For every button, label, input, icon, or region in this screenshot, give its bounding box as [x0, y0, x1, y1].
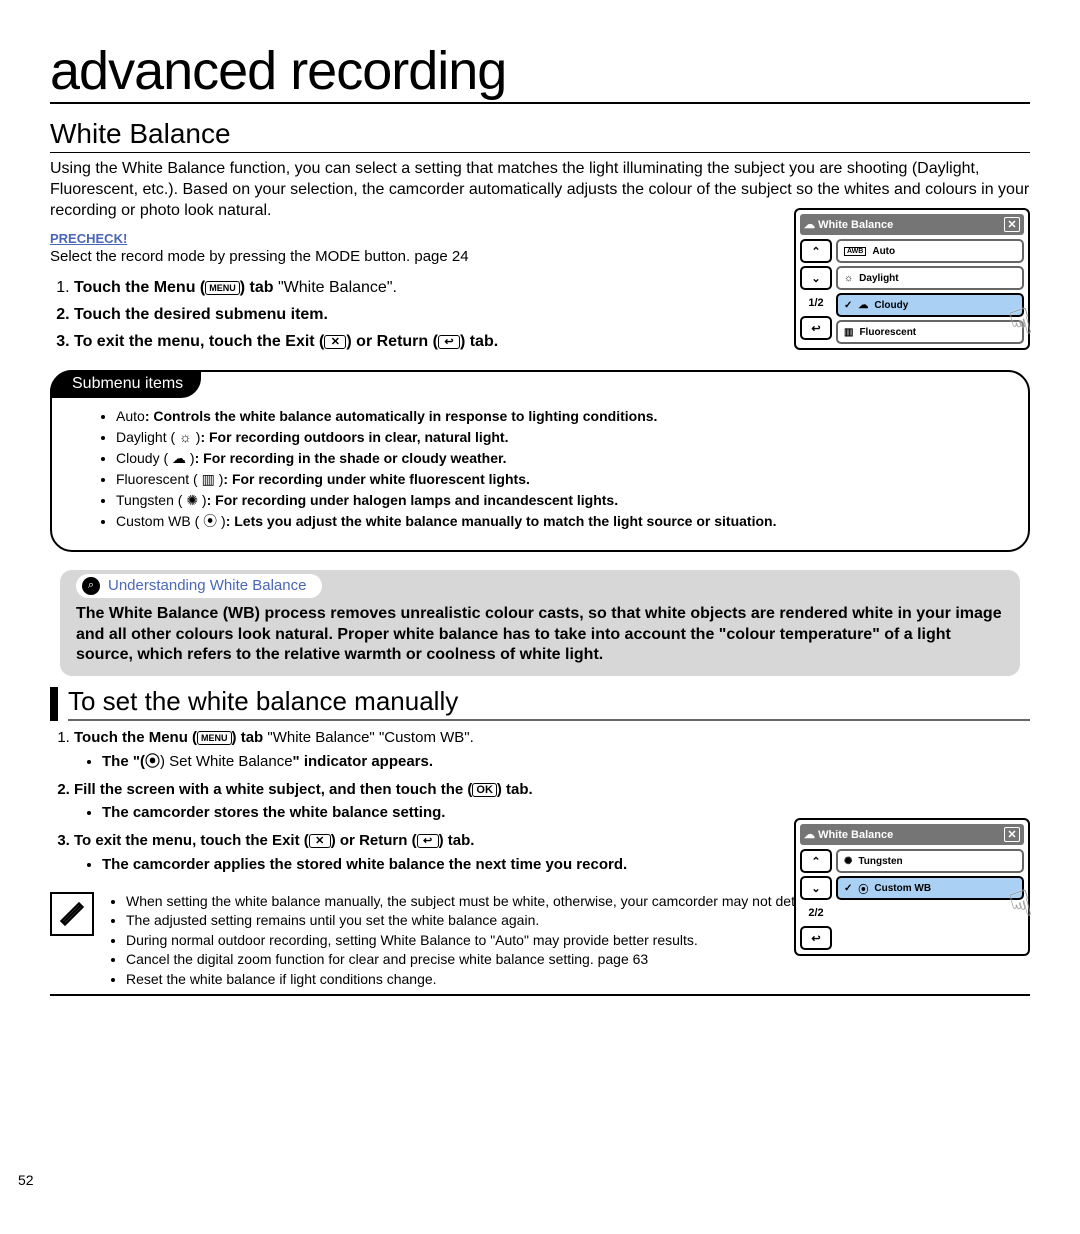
cloud-icon: ☁	[804, 218, 815, 231]
understanding-title: Understanding White Balance	[108, 577, 306, 594]
exit-icon: ✕	[309, 834, 331, 848]
wb-option-daylight: ☼Daylight	[836, 266, 1024, 290]
submenu-item: Tungsten ( ✺ ): For recording under halo…	[116, 490, 998, 511]
manual-step-1: Touch the Menu (MENU) tab "White Balance…	[74, 727, 1030, 773]
device-screenshot-2: ☁ White Balance ✕ ⌃ ⌄ 2/2 ↩ ✺Tungsten ✓⦿…	[794, 818, 1030, 956]
note-icon	[50, 892, 94, 936]
cloud-icon: ☁	[804, 828, 815, 841]
submenu-box: Submenu items Auto: Controls the white b…	[50, 370, 1030, 552]
page-title: advanced recording	[50, 40, 1030, 104]
submenu-label: Submenu items	[50, 370, 201, 398]
up-button: ⌃	[800, 239, 832, 263]
submenu-list: Auto: Controls the white balance automat…	[98, 406, 998, 532]
page-number: 52	[18, 1172, 34, 1188]
return-icon: ↩	[417, 834, 439, 848]
magnify-icon: ⌕	[82, 577, 100, 595]
section-bar	[50, 687, 58, 721]
down-button: ⌄	[800, 876, 832, 900]
up-button: ⌃	[800, 849, 832, 873]
wb-option-auto: AWBAuto	[836, 239, 1024, 263]
return-button: ↩	[800, 926, 832, 950]
understanding-box: ⌕ Understanding White Balance The White …	[60, 570, 1020, 676]
submenu-item: Daylight ( ☼ ): For recording outdoors i…	[116, 427, 998, 448]
menu-chip-icon: MENU	[205, 281, 240, 295]
page-counter: 1/2	[800, 293, 832, 313]
submenu-item: Cloudy ( ☁ ): For recording in the shade…	[116, 448, 998, 469]
submenu-item: Fluorescent ( ▥ ): For recording under w…	[116, 469, 998, 490]
wb-option-cloudy: ✓☁Cloudy	[836, 293, 1024, 317]
return-button: ↩	[800, 316, 832, 340]
wb-option-fluorescent: ▥Fluorescent	[836, 320, 1024, 344]
understanding-body: The White Balance (WB) process removes u…	[76, 604, 1004, 666]
device-header: ☁ White Balance ✕	[800, 214, 1024, 235]
menu-chip-icon: MENU	[197, 731, 232, 745]
understanding-pill: ⌕ Understanding White Balance	[76, 574, 322, 598]
close-icon: ✕	[1004, 217, 1020, 232]
manual-sub: The "(⦿) Set White Balance" indicator ap…	[102, 751, 1030, 773]
device-header: ☁ White Balance ✕	[800, 824, 1024, 845]
device-title: White Balance	[818, 829, 893, 841]
wb-option-custom: ✓⦿Custom WB	[836, 876, 1024, 900]
ok-icon: OK	[472, 783, 497, 797]
submenu-item: Auto: Controls the white balance automat…	[116, 406, 998, 427]
note-item: Reset the white balance if light conditi…	[126, 970, 994, 990]
wb-option-tungsten: ✺Tungsten	[836, 849, 1024, 873]
return-icon: ↩	[438, 335, 460, 349]
device-screenshot-1: ☁ White Balance ✕ ⌃ ⌄ 1/2 ↩ AWBAuto ☼Day…	[794, 208, 1030, 350]
device-title: White Balance	[818, 219, 893, 231]
exit-icon: ✕	[324, 335, 346, 349]
submenu-item: Custom WB ( ⦿ ): Lets you adjust the whi…	[116, 511, 998, 532]
close-icon: ✕	[1004, 827, 1020, 842]
down-button: ⌄	[800, 266, 832, 290]
section-title: White Balance	[50, 118, 1030, 153]
manual-title: To set the white balance manually	[68, 686, 1030, 721]
page-counter: 2/2	[800, 903, 832, 923]
